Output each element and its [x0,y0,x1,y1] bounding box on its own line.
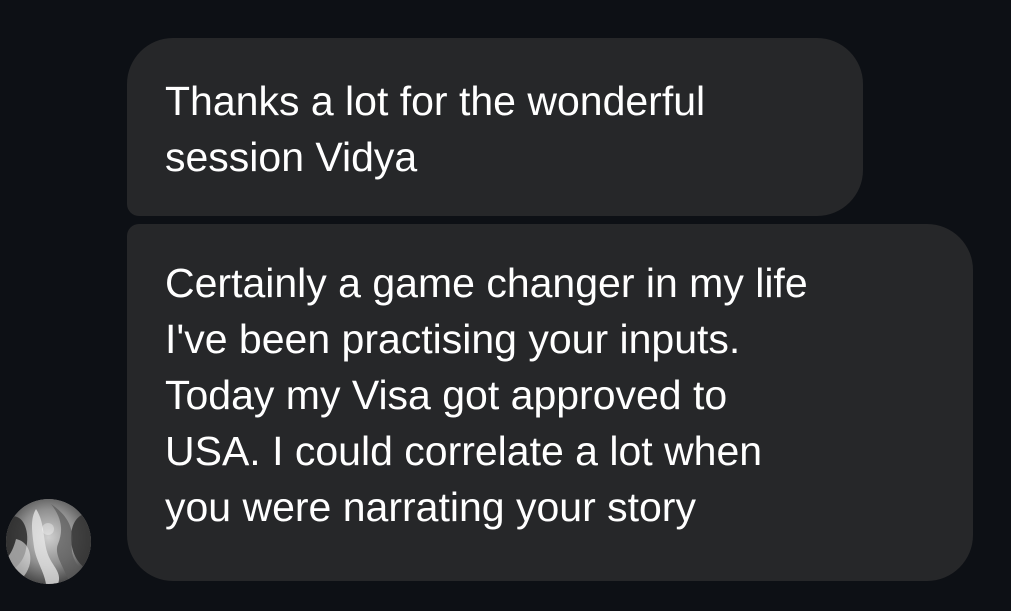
message-thread: Thanks a lot for the wonderful session V… [0,0,1011,611]
profile-photo-icon [6,499,91,584]
sender-avatar[interactable] [6,499,91,584]
message-bubble-1[interactable]: Thanks a lot for the wonderful session V… [127,38,863,216]
message-bubble-2[interactable]: Certainly a game changer in my life I've… [127,224,973,581]
